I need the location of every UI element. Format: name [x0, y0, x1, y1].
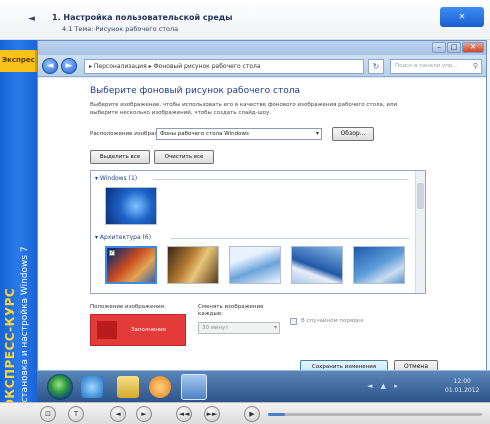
lesson-title: 1. Настройка пользовательской среды — [52, 13, 233, 22]
address-bar: ◄ ► ▸ Персонализация ▸ Фоновый рисунок р… — [38, 55, 486, 77]
player-controls: ⊡ T ◄ ► ◄◄ ►► ▶ — [0, 402, 490, 424]
seek-bar[interactable] — [268, 413, 482, 416]
page-description: Выберите изображение, чтобы использовать… — [90, 102, 398, 108]
previous-button[interactable]: ◄ — [110, 406, 126, 422]
taskbar: ◄ ▲ ▸ 12:00 01.01.2012 — [37, 370, 490, 402]
chevron-down-icon: ▾ — [315, 130, 319, 137]
position-value: Заполнение — [131, 327, 166, 333]
clock-date: 01.01.2012 — [445, 387, 480, 394]
group-header-windows[interactable]: ▾ Windows (1) — [95, 175, 137, 182]
shuffle-label: В случайном порядке — [301, 318, 364, 324]
play-button[interactable]: ▶ — [244, 406, 260, 422]
address-field[interactable]: ▸ Персонализация ▸ Фоновый рисунок рабоч… — [84, 59, 364, 74]
select-all-button[interactable]: Выделить все — [90, 150, 150, 164]
next-button[interactable]: ► — [136, 406, 152, 422]
lesson-player: ◄ 1. Настройка пользовательской среды 4.… — [0, 0, 490, 424]
brand-strip: Экспресс ЭКСПРЕСС-КУРС Установка и настр… — [0, 40, 37, 410]
gallery-scrollbar[interactable] — [415, 171, 425, 293]
wallpaper-thumbnail-windows[interactable] — [105, 187, 157, 225]
chevron-down-icon: ▾ — [273, 324, 277, 331]
wallpaper-thumbnail-selected[interactable]: ✓ — [105, 246, 157, 284]
control-panel-taskbar-icon[interactable] — [181, 374, 207, 400]
wallpaper-gallery: ▾ Windows (1) ▾ Архитектура (6) ✓ — [90, 170, 426, 294]
search-placeholder: Поиск в панели упр... — [395, 63, 458, 69]
window-controls: – □ ✕ — [432, 42, 484, 53]
back-button[interactable]: ◄ — [42, 58, 58, 74]
tray-icons[interactable]: ◄ ▲ ▸ — [367, 382, 401, 390]
close-button[interactable]: ✕ — [462, 42, 484, 53]
browse-button[interactable]: Обзор... — [332, 127, 374, 141]
interval-label: Сменять изображение — [198, 304, 264, 310]
minimize-button[interactable]: – — [432, 42, 446, 53]
forward-button[interactable]: ► — [61, 58, 77, 74]
start-button[interactable] — [47, 374, 73, 400]
clear-all-button[interactable]: Очистить все — [154, 150, 214, 164]
seek-progress — [268, 413, 286, 416]
clock-time: 12:00 — [453, 378, 471, 385]
location-value: Фоны рабочего стола Windows — [160, 131, 249, 137]
group-divider — [153, 179, 409, 180]
tray-clock[interactable]: 12:00 01.01.2012 — [445, 377, 479, 395]
content-pane: Выберите фоновый рисунок рабочего стола … — [38, 78, 486, 374]
search-icon: ⚲ — [472, 62, 478, 70]
control-panel-window: – □ ✕ ◄ ► ▸ Персонализация ▸ Фоновый рис… — [37, 40, 487, 374]
page-title: Выберите фоновый рисунок рабочего стола — [90, 86, 301, 96]
group-divider — [171, 238, 409, 239]
location-select[interactable]: Фоны рабочего стола Windows ▾ — [156, 128, 322, 140]
folder-icon[interactable] — [117, 376, 139, 398]
position-select[interactable]: Заполнение — [90, 314, 186, 346]
lesson-back-icon[interactable]: ◄ — [28, 14, 35, 24]
media-player-icon[interactable] — [149, 376, 171, 398]
internet-explorer-icon[interactable] — [81, 376, 103, 398]
brand-subtitle: Установка и настройка Windows 7 — [20, 246, 30, 408]
checkbox-checked-icon[interactable]: ✓ — [109, 250, 115, 256]
position-preview-icon — [97, 321, 117, 339]
text-toggle-button[interactable]: T — [68, 406, 84, 422]
fullscreen-button[interactable]: ⊡ — [40, 406, 56, 422]
fast-forward-button[interactable]: ►► — [204, 406, 220, 422]
interval-label-line2: каждые: — [198, 311, 224, 317]
interval-value: 30 минут — [202, 325, 229, 331]
maximize-button[interactable]: □ — [447, 42, 461, 53]
interval-select[interactable]: 30 минут ▾ — [198, 322, 280, 334]
refresh-icon[interactable]: ↻ — [368, 59, 384, 74]
shuffle-checkbox[interactable] — [290, 318, 297, 325]
lesson-header: ◄ 1. Настройка пользовательской среды 4.… — [0, 0, 490, 40]
search-input[interactable]: Поиск в панели упр... ⚲ — [390, 59, 482, 74]
wallpaper-thumbnail[interactable] — [229, 246, 281, 284]
brand-title: ЭКСПРЕСС-КУРС — [3, 287, 17, 408]
wallpaper-thumbnail[interactable] — [167, 246, 219, 284]
wallpaper-thumbnail[interactable] — [353, 246, 405, 284]
brand-tag[interactable]: Экспресс — [0, 50, 37, 72]
position-label: Положение изображения: — [90, 304, 166, 310]
group-header-architecture[interactable]: ▾ Архитектура (6) — [95, 234, 151, 241]
scrollbar-thumb[interactable] — [417, 183, 424, 209]
rewind-button[interactable]: ◄◄ — [176, 406, 192, 422]
lesson-subtitle: 4.1 Тема: Рисунок рабочего стола — [62, 25, 179, 33]
lesson-close-button[interactable]: ✕ — [440, 7, 484, 27]
window-caption: – □ ✕ — [38, 41, 486, 55]
page-description-line2: выберите несколько изображений, чтобы со… — [90, 110, 271, 116]
wallpaper-thumbnail[interactable] — [291, 246, 343, 284]
